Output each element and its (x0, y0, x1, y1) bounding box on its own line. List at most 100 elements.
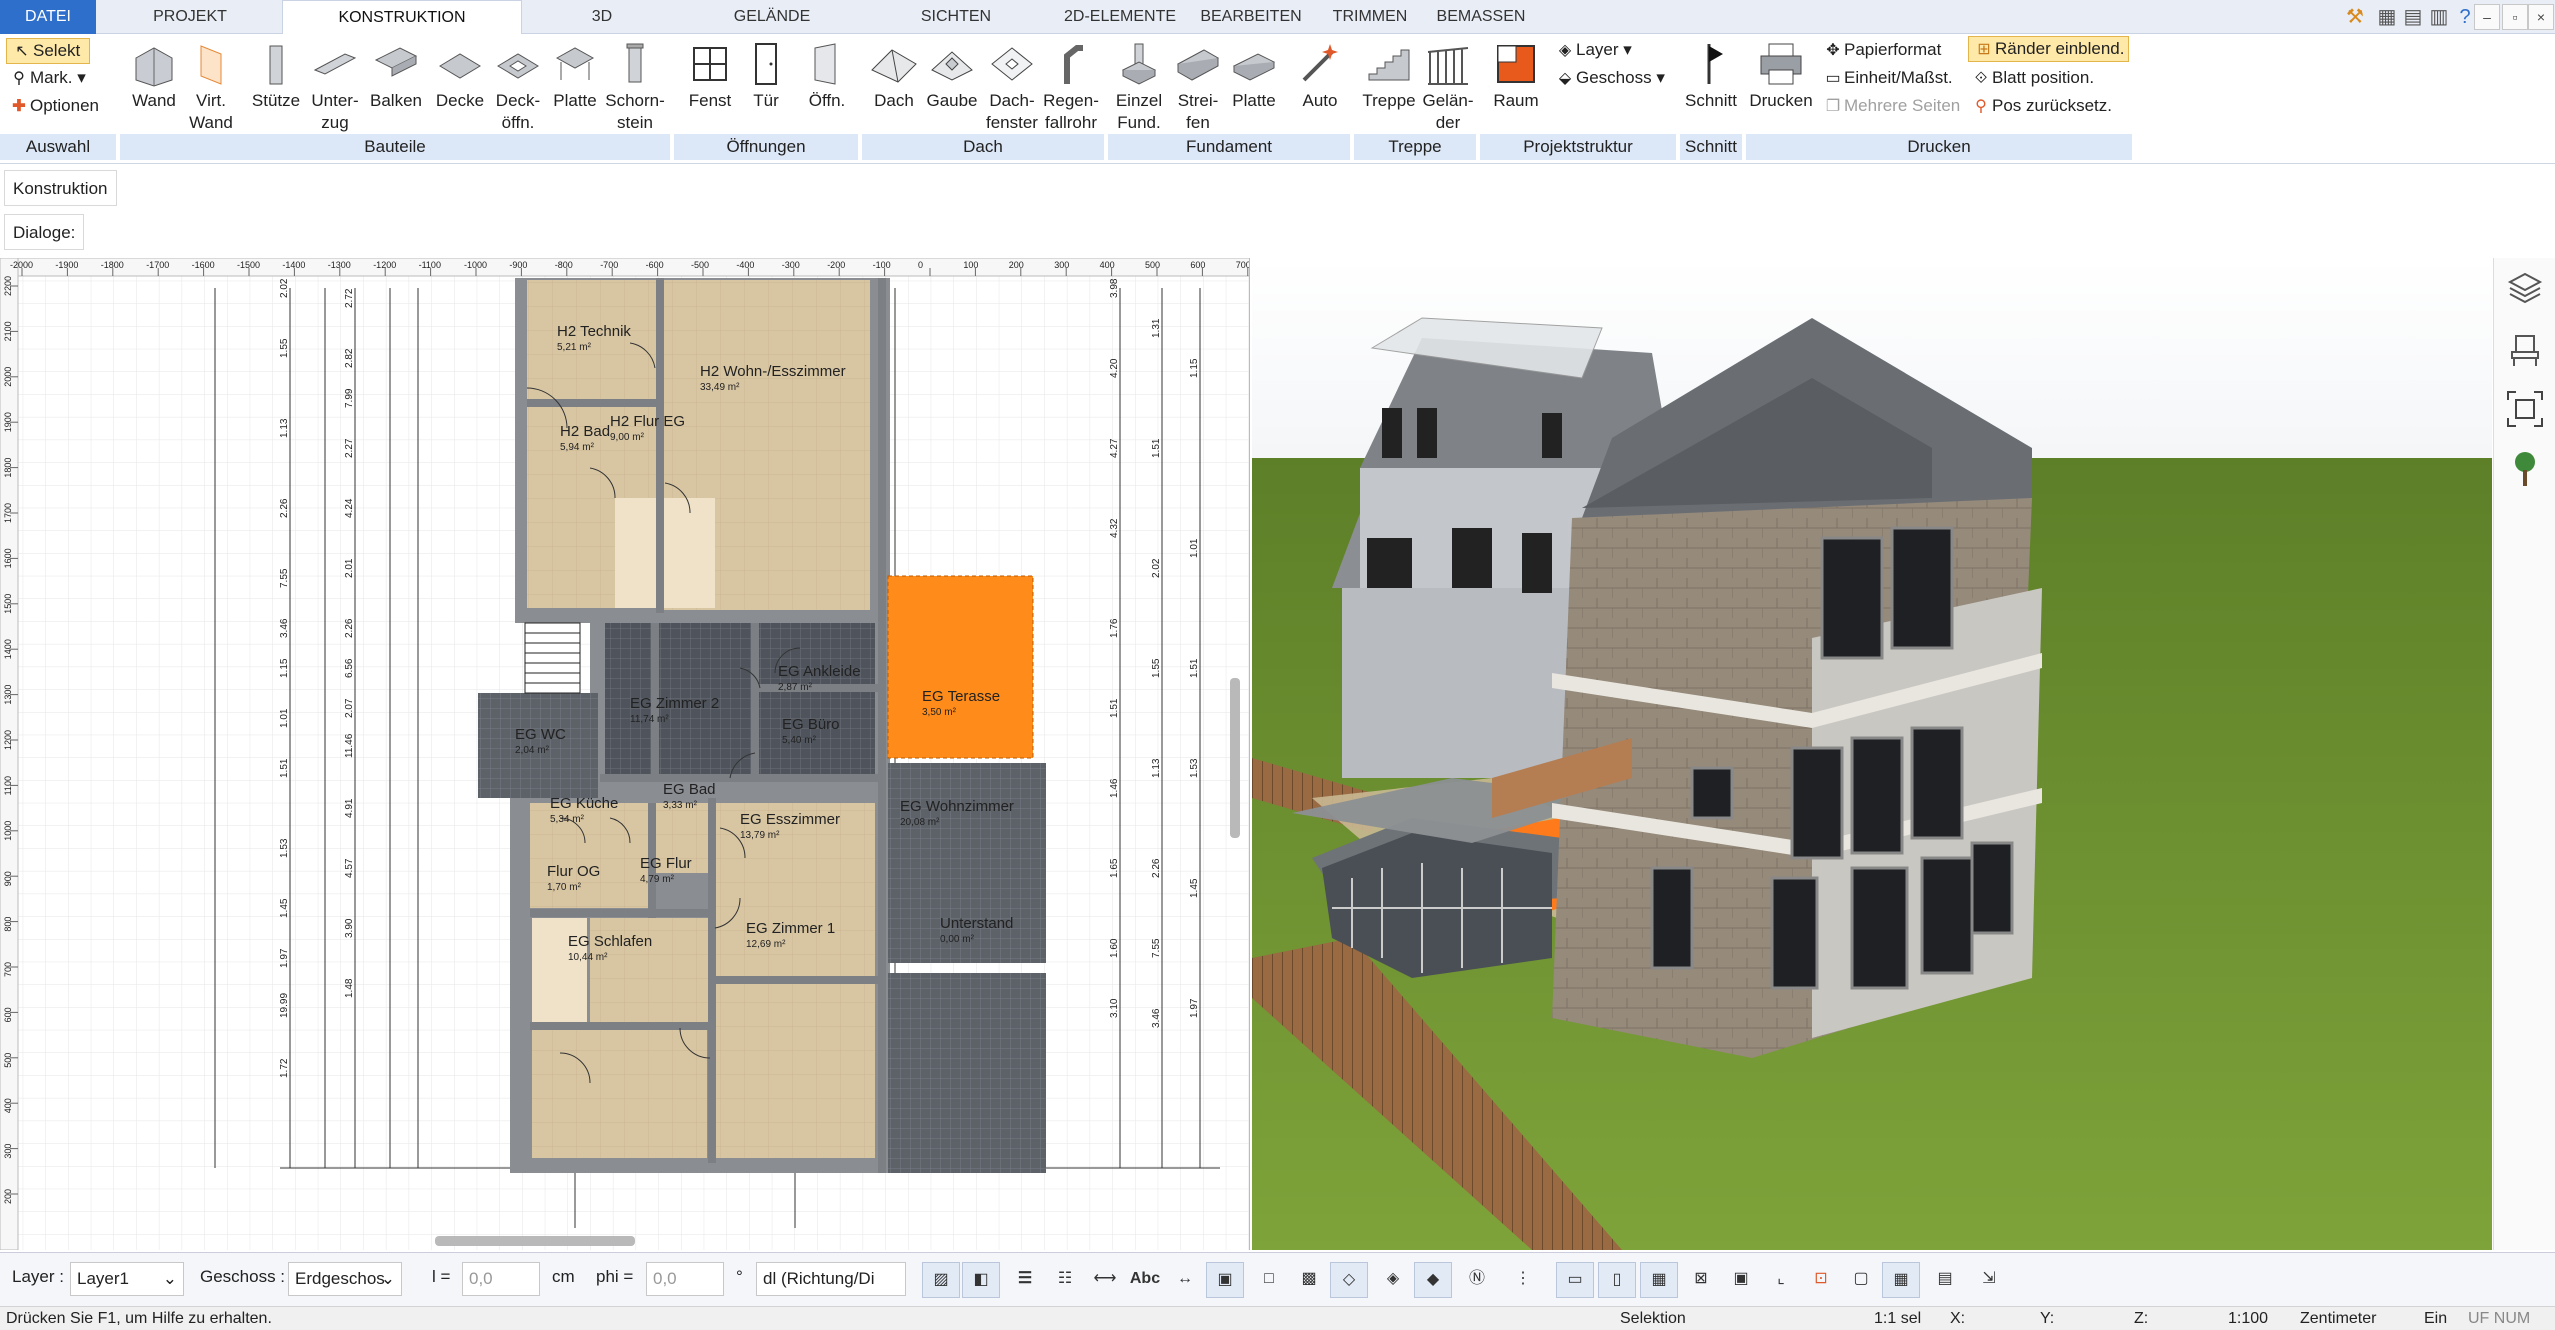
streifen-fund-button[interactable]: Strei-fen (1170, 40, 1226, 134)
einzel-fund-button[interactable]: Einzel Fund. (1110, 40, 1168, 134)
raender-button[interactable]: ⊞ Ränder einblend. (1968, 36, 2130, 62)
fund-platte-button[interactable]: Platte (1226, 40, 1282, 112)
schornstein-button[interactable]: Schorn-stein (604, 40, 666, 134)
konstruktion-tab[interactable]: Konstruktion (4, 170, 117, 206)
fill-icon[interactable]: ◧ (962, 1262, 1000, 1298)
fit-view-icon[interactable] (2504, 388, 2546, 430)
layer-button[interactable]: ◈ Layer ▾ (1554, 38, 1632, 64)
3d-canvas[interactable] (1252, 258, 2492, 1250)
tab-projekt[interactable]: PROJEKT (112, 0, 268, 34)
dachfenster-button[interactable]: Dach-fenster (980, 40, 1044, 134)
unterzug-button[interactable]: Unter-zug (306, 40, 364, 134)
view-grid-icon[interactable]: ▦ (1640, 1262, 1678, 1298)
room-eg-wohnzimmer[interactable] (888, 763, 1046, 963)
horizontal-scrollbar[interactable] (435, 1236, 635, 1246)
pos-zuruecksetz-button[interactable]: ⚲ Pos zurücksetz. (1970, 94, 2112, 120)
room-eg-zimmer1[interactable] (715, 983, 875, 1158)
tab-gelaende[interactable]: GELÄNDE (700, 0, 844, 34)
north-icon[interactable]: Ⓝ (1458, 1262, 1496, 1298)
layer-select[interactable]: Layer1 ⌄ (70, 1262, 184, 1296)
map-icon[interactable]: ▤ (2400, 4, 2426, 30)
tab-sichten[interactable]: SICHTEN (900, 0, 1012, 34)
image-icon[interactable]: ▣ (1722, 1262, 1760, 1298)
grid-icon[interactable]: ▦ (2374, 4, 2400, 30)
raum-button[interactable]: Raum (1488, 40, 1544, 112)
minimize-button[interactable]: – (2474, 4, 2500, 30)
vertical-scrollbar[interactable] (1230, 678, 1240, 838)
wand-button[interactable]: Wand (124, 40, 184, 112)
regenfallrohr-button[interactable]: Regen-fallrohr (1040, 40, 1102, 134)
linestyle-icon[interactable]: ☷ (1046, 1262, 1084, 1298)
rect-select-icon[interactable]: □ (1250, 1262, 1288, 1298)
tab-bemassen[interactable]: BEMASSEN (1428, 0, 1534, 34)
dimension-icon[interactable]: ⟷ (1086, 1262, 1124, 1298)
export-icon[interactable]: ⇲ (1970, 1262, 2008, 1298)
tree-icon[interactable] (2504, 448, 2546, 490)
room-eg-esszimmer[interactable] (715, 803, 875, 978)
lineweight-icon[interactable]: ☰ (1006, 1262, 1044, 1298)
snap-icon[interactable]: ◇ (1330, 1262, 1368, 1298)
tuer-button[interactable]: Tür (740, 40, 792, 112)
layers-panel-icon[interactable] (2504, 268, 2546, 310)
mark-button[interactable]: ⚲ Mark. ▾ (8, 66, 86, 92)
box-icon[interactable]: ▢ (1842, 1262, 1880, 1298)
room-unterstand[interactable] (888, 973, 1046, 1173)
deckoeffn-button[interactable]: Deck-öffn. (488, 40, 548, 134)
l-input[interactable]: 0,0 (462, 1262, 540, 1296)
oeffn-button[interactable]: Öffn. (798, 40, 856, 112)
object-icon[interactable]: ▩ (1290, 1262, 1328, 1298)
gaube-button[interactable]: Gaube (924, 40, 980, 112)
tab-2d-elemente[interactable]: 2D-ELEMENTE (1050, 0, 1190, 34)
stuetze-button[interactable]: Stütze (248, 40, 304, 112)
drucken-button[interactable]: Drucken (1748, 40, 1814, 112)
more-icon[interactable]: ⋮ (1504, 1262, 1542, 1298)
view-2d-icon[interactable]: ▭ (1556, 1262, 1594, 1298)
snap-grid-icon[interactable]: ◈ (1374, 1262, 1412, 1298)
virt-wand-button[interactable]: Virt. Wand (186, 40, 236, 134)
gelaender-button[interactable]: Gelän-der (1420, 40, 1476, 134)
restore-button[interactable]: ▫ (2502, 4, 2528, 30)
auto-button[interactable]: Auto (1292, 40, 1348, 112)
furniture-catalog-icon[interactable] (2504, 328, 2546, 370)
corner-icon[interactable]: ⌞ (1762, 1262, 1800, 1298)
tools-icon[interactable]: ⚒ (2342, 4, 2368, 30)
snap-point-icon[interactable]: ◆ (1414, 1262, 1452, 1298)
room-eg-buero[interactable] (755, 688, 875, 778)
zoom-icon[interactable]: ⊠ (1682, 1262, 1720, 1298)
raster-icon[interactable]: ▦ (1882, 1262, 1920, 1298)
mehrere-seiten-button[interactable]: ❐ Mehrere Seiten (1822, 94, 1960, 120)
selekt-button[interactable]: ↖ Selekt (6, 38, 90, 64)
geschoss-select[interactable]: Erdgeschos ⌄ (288, 1262, 402, 1296)
tab-trimmen[interactable]: TRIMMEN (1322, 0, 1418, 34)
room-eg-schlafen[interactable] (532, 1028, 707, 1158)
room-h2-flur[interactable] (615, 498, 715, 608)
measure-icon[interactable]: ↔ (1166, 1262, 1204, 1298)
tab-bearbeiten[interactable]: BEARBEITEN (1196, 0, 1306, 34)
room-h2-technik[interactable] (527, 280, 657, 400)
text-button[interactable]: Abc (1126, 1262, 1164, 1298)
close-button[interactable]: × (2528, 4, 2554, 30)
platte-button[interactable]: Platte (548, 40, 602, 112)
fenst-button[interactable]: Fenst (680, 40, 740, 112)
balken-button[interactable]: Balken (366, 40, 426, 112)
3d-view[interactable] (1252, 258, 2492, 1250)
view-page-icon[interactable]: ▯ (1598, 1262, 1636, 1298)
target-icon[interactable]: ⊡ (1802, 1262, 1840, 1298)
tab-3d[interactable]: 3D (560, 0, 644, 34)
geschoss-button[interactable]: ⬙ Geschoss ▾ (1554, 66, 1665, 92)
schnitt-button[interactable]: Schnitt (1680, 40, 1742, 112)
papierformat-button[interactable]: ✥ Papierformat (1822, 38, 1941, 64)
floor-plan-view[interactable]: -2000 -1900 -1800 -1700 -1600 -1500 -1400 -1300… (0, 258, 1250, 1250)
frame-icon[interactable]: ▣ (1206, 1262, 1244, 1298)
einheit-button[interactable]: ▭ Einheit/Maßst. (1822, 66, 1952, 92)
dl-select[interactable]: dl (Richtung/Di (756, 1262, 906, 1296)
tiles-icon[interactable]: ▥ (2426, 4, 2452, 30)
tab-konstruktion[interactable]: KONSTRUKTION (282, 0, 522, 35)
hatch-icon[interactable]: ▨ (922, 1262, 960, 1298)
floor-plan-canvas[interactable]: -2000 -1900 -1800 -1700 -1600 -1500 -1400 -1300… (0, 258, 1250, 1250)
hatch2-icon[interactable]: ▤ (1926, 1262, 1964, 1298)
blatt-position-button[interactable]: ⟐ Blatt position. (1970, 66, 2094, 92)
tab-datei[interactable]: DATEI (0, 0, 96, 34)
optionen-button[interactable]: ✚ Optionen (8, 94, 99, 120)
dach-button[interactable]: Dach (866, 40, 922, 112)
